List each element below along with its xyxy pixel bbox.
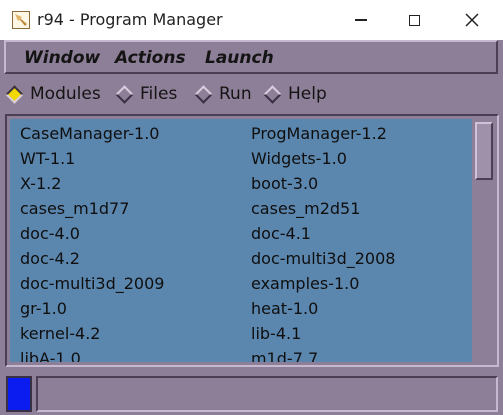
status-message-field xyxy=(36,376,498,412)
list-item[interactable]: Widgets-1.0 xyxy=(251,149,347,168)
menu-launch[interactable]: Launch xyxy=(205,48,274,68)
radio-help[interactable]: Help xyxy=(262,82,327,106)
close-button[interactable] xyxy=(444,0,500,40)
list-item[interactable]: examples-1.0 xyxy=(251,274,359,293)
maximize-button[interactable] xyxy=(386,0,442,40)
radio-diamond-icon xyxy=(263,84,282,104)
list-item[interactable]: heat-1.0 xyxy=(251,299,318,318)
list-item[interactable]: doc-4.2 xyxy=(20,249,80,268)
maximize-icon xyxy=(408,14,420,26)
radio-run[interactable]: Run xyxy=(193,82,252,106)
status-indicator xyxy=(6,376,32,412)
title-bar[interactable]: r94 - Program Manager xyxy=(0,0,503,40)
list-item[interactable]: lib-4.1 xyxy=(251,324,301,343)
menu-bar: Window Actions Launch xyxy=(4,40,498,74)
radio-label: Modules xyxy=(30,84,101,104)
module-list[interactable]: CaseManager-1.0 WT-1.1 X-1.2 cases_m1d77… xyxy=(10,119,472,362)
module-list-frame: CaseManager-1.0 WT-1.1 X-1.2 cases_m1d77… xyxy=(5,114,499,367)
app-icon xyxy=(12,11,30,29)
list-item[interactable]: doc-4.1 xyxy=(251,224,311,243)
radio-label: Help xyxy=(288,84,327,104)
radio-label: Run xyxy=(219,84,252,104)
radio-diamond-icon xyxy=(5,84,24,104)
minimize-button[interactable] xyxy=(333,0,389,40)
vertical-scrollbar[interactable] xyxy=(474,119,494,362)
list-item[interactable]: kernel-4.2 xyxy=(20,324,100,343)
list-item[interactable]: cases_m1d77 xyxy=(20,199,129,218)
list-item[interactable]: gr-1.0 xyxy=(20,299,67,318)
list-item[interactable]: doc-4.0 xyxy=(20,224,80,243)
list-item[interactable]: libA-1.0 xyxy=(20,349,81,362)
minimize-icon xyxy=(355,19,367,21)
radio-files[interactable]: Files xyxy=(114,82,177,106)
radio-label: Files xyxy=(140,84,178,104)
list-item[interactable]: WT-1.1 xyxy=(20,149,75,168)
list-item[interactable]: X-1.2 xyxy=(20,174,61,193)
program-manager-window: r94 - Program Manager Window Actions Lau… xyxy=(0,0,503,415)
list-item[interactable]: m1d-7.7 xyxy=(251,349,318,362)
status-bar xyxy=(0,370,503,415)
menu-actions[interactable]: Actions xyxy=(115,48,186,68)
list-item[interactable]: doc-multi3d_2008 xyxy=(251,249,395,268)
radio-modules[interactable]: Modules xyxy=(4,82,101,106)
radio-diamond-icon xyxy=(115,84,134,104)
radio-diamond-icon xyxy=(194,84,213,104)
list-item[interactable]: doc-multi3d_2009 xyxy=(20,274,164,293)
window-title: r94 - Program Manager xyxy=(37,10,223,29)
list-item[interactable]: ProgManager-1.2 xyxy=(251,124,387,143)
menu-window[interactable]: Window xyxy=(24,48,100,68)
list-item[interactable]: CaseManager-1.0 xyxy=(20,124,159,143)
list-item[interactable]: boot-3.0 xyxy=(251,174,318,193)
list-item[interactable]: cases_m2d51 xyxy=(251,199,360,218)
close-icon xyxy=(465,13,479,27)
view-selector: Modules Files Run Help xyxy=(4,78,498,110)
scrollbar-thumb[interactable] xyxy=(475,122,493,180)
